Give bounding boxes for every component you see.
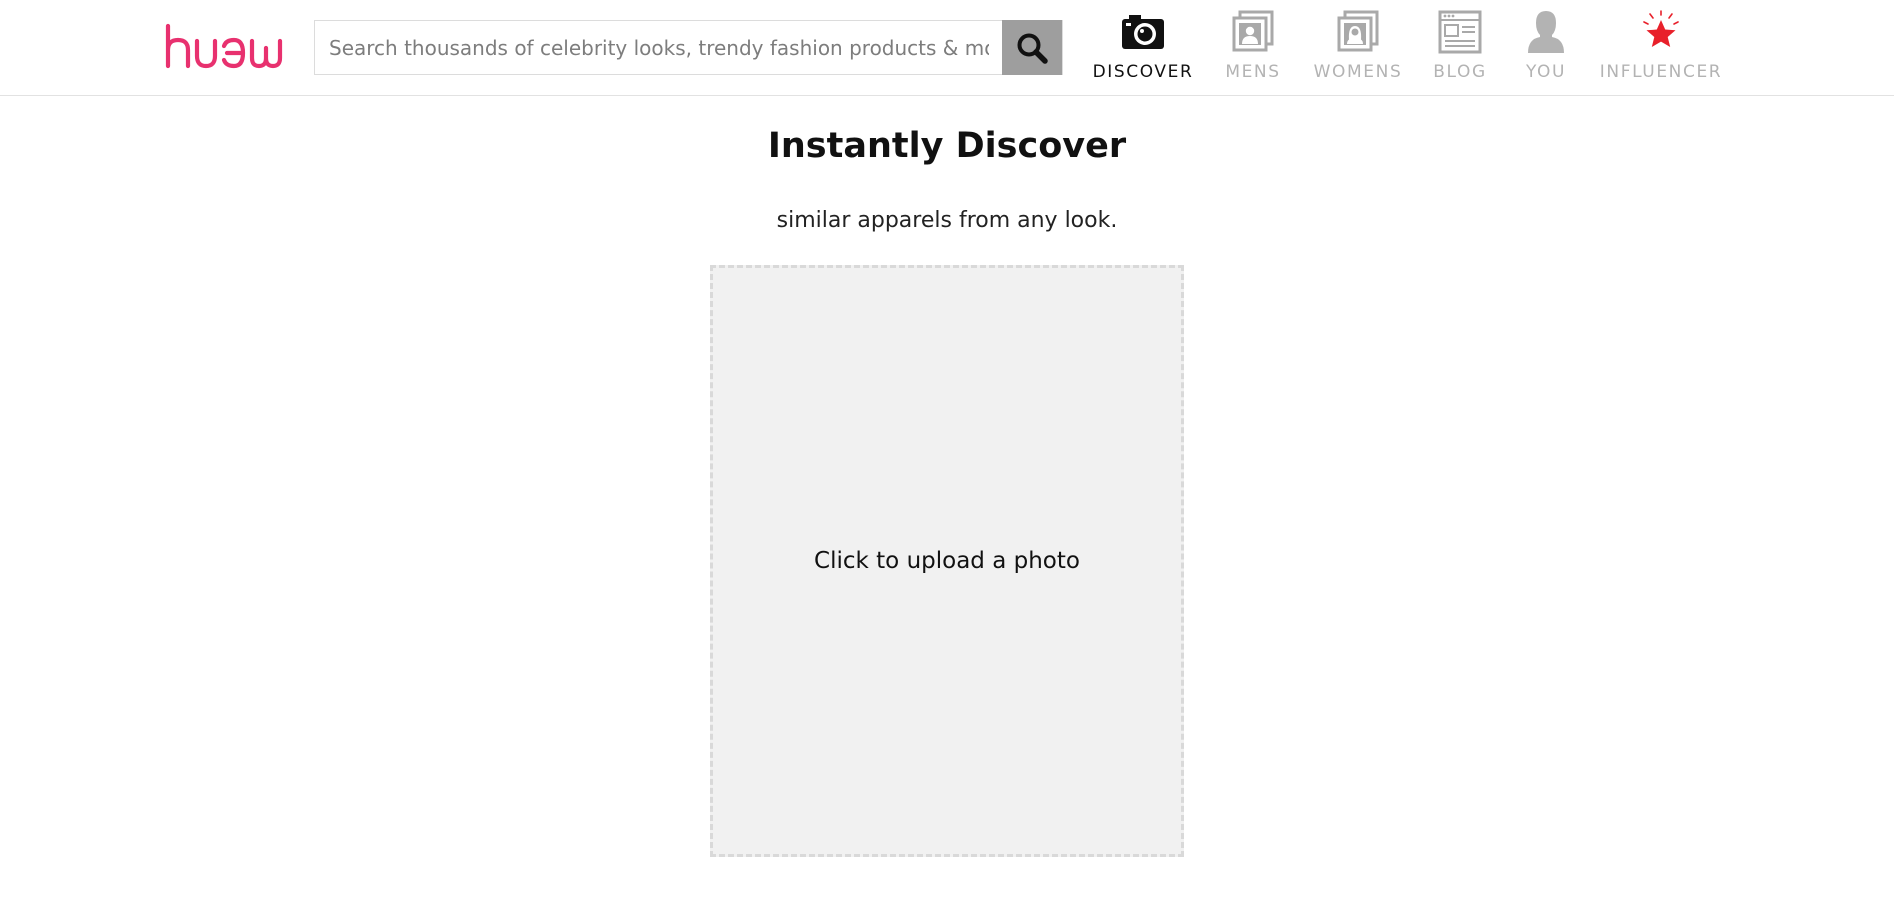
upload-label: Click to upload a photo xyxy=(814,548,1080,574)
search-bar xyxy=(314,20,1063,75)
nav-label-influencer: INFLUENCER xyxy=(1599,62,1723,82)
nav-label-blog: BLOG xyxy=(1433,62,1487,82)
search-icon xyxy=(1017,33,1048,64)
nav-label-discover: DISCOVER xyxy=(1092,62,1194,82)
womens-photo-icon xyxy=(1334,8,1382,56)
nav-label-womens: WOMENS xyxy=(1313,62,1403,82)
page-subtitle: similar apparels from any look. xyxy=(776,208,1118,233)
nav-you[interactable]: YOU xyxy=(1506,8,1586,88)
search-input[interactable] xyxy=(315,21,1003,74)
nav-label-you: YOU xyxy=(1525,62,1567,82)
nav-mens[interactable]: MENS xyxy=(1213,8,1293,88)
photo-upload-dropzone[interactable]: Click to upload a photo xyxy=(710,265,1184,857)
mens-photo-icon xyxy=(1229,8,1277,56)
blog-page-icon xyxy=(1436,8,1484,56)
search-button[interactable] xyxy=(1002,20,1062,75)
nav-blog[interactable]: BLOG xyxy=(1420,8,1500,88)
nav-influencer[interactable]: INFLUENCER xyxy=(1594,8,1728,88)
nav-label-mens: MENS xyxy=(1225,62,1281,82)
page-title: Instantly Discover xyxy=(767,126,1127,166)
nav-womens[interactable]: WOMENS xyxy=(1307,8,1409,88)
star-icon xyxy=(1637,8,1685,56)
huew-logo[interactable] xyxy=(164,20,288,72)
top-header: DISCOVER MENS xyxy=(0,0,1894,96)
user-silhouette-icon xyxy=(1522,8,1570,56)
camera-icon xyxy=(1119,8,1167,56)
nav-discover[interactable]: DISCOVER xyxy=(1093,8,1193,88)
